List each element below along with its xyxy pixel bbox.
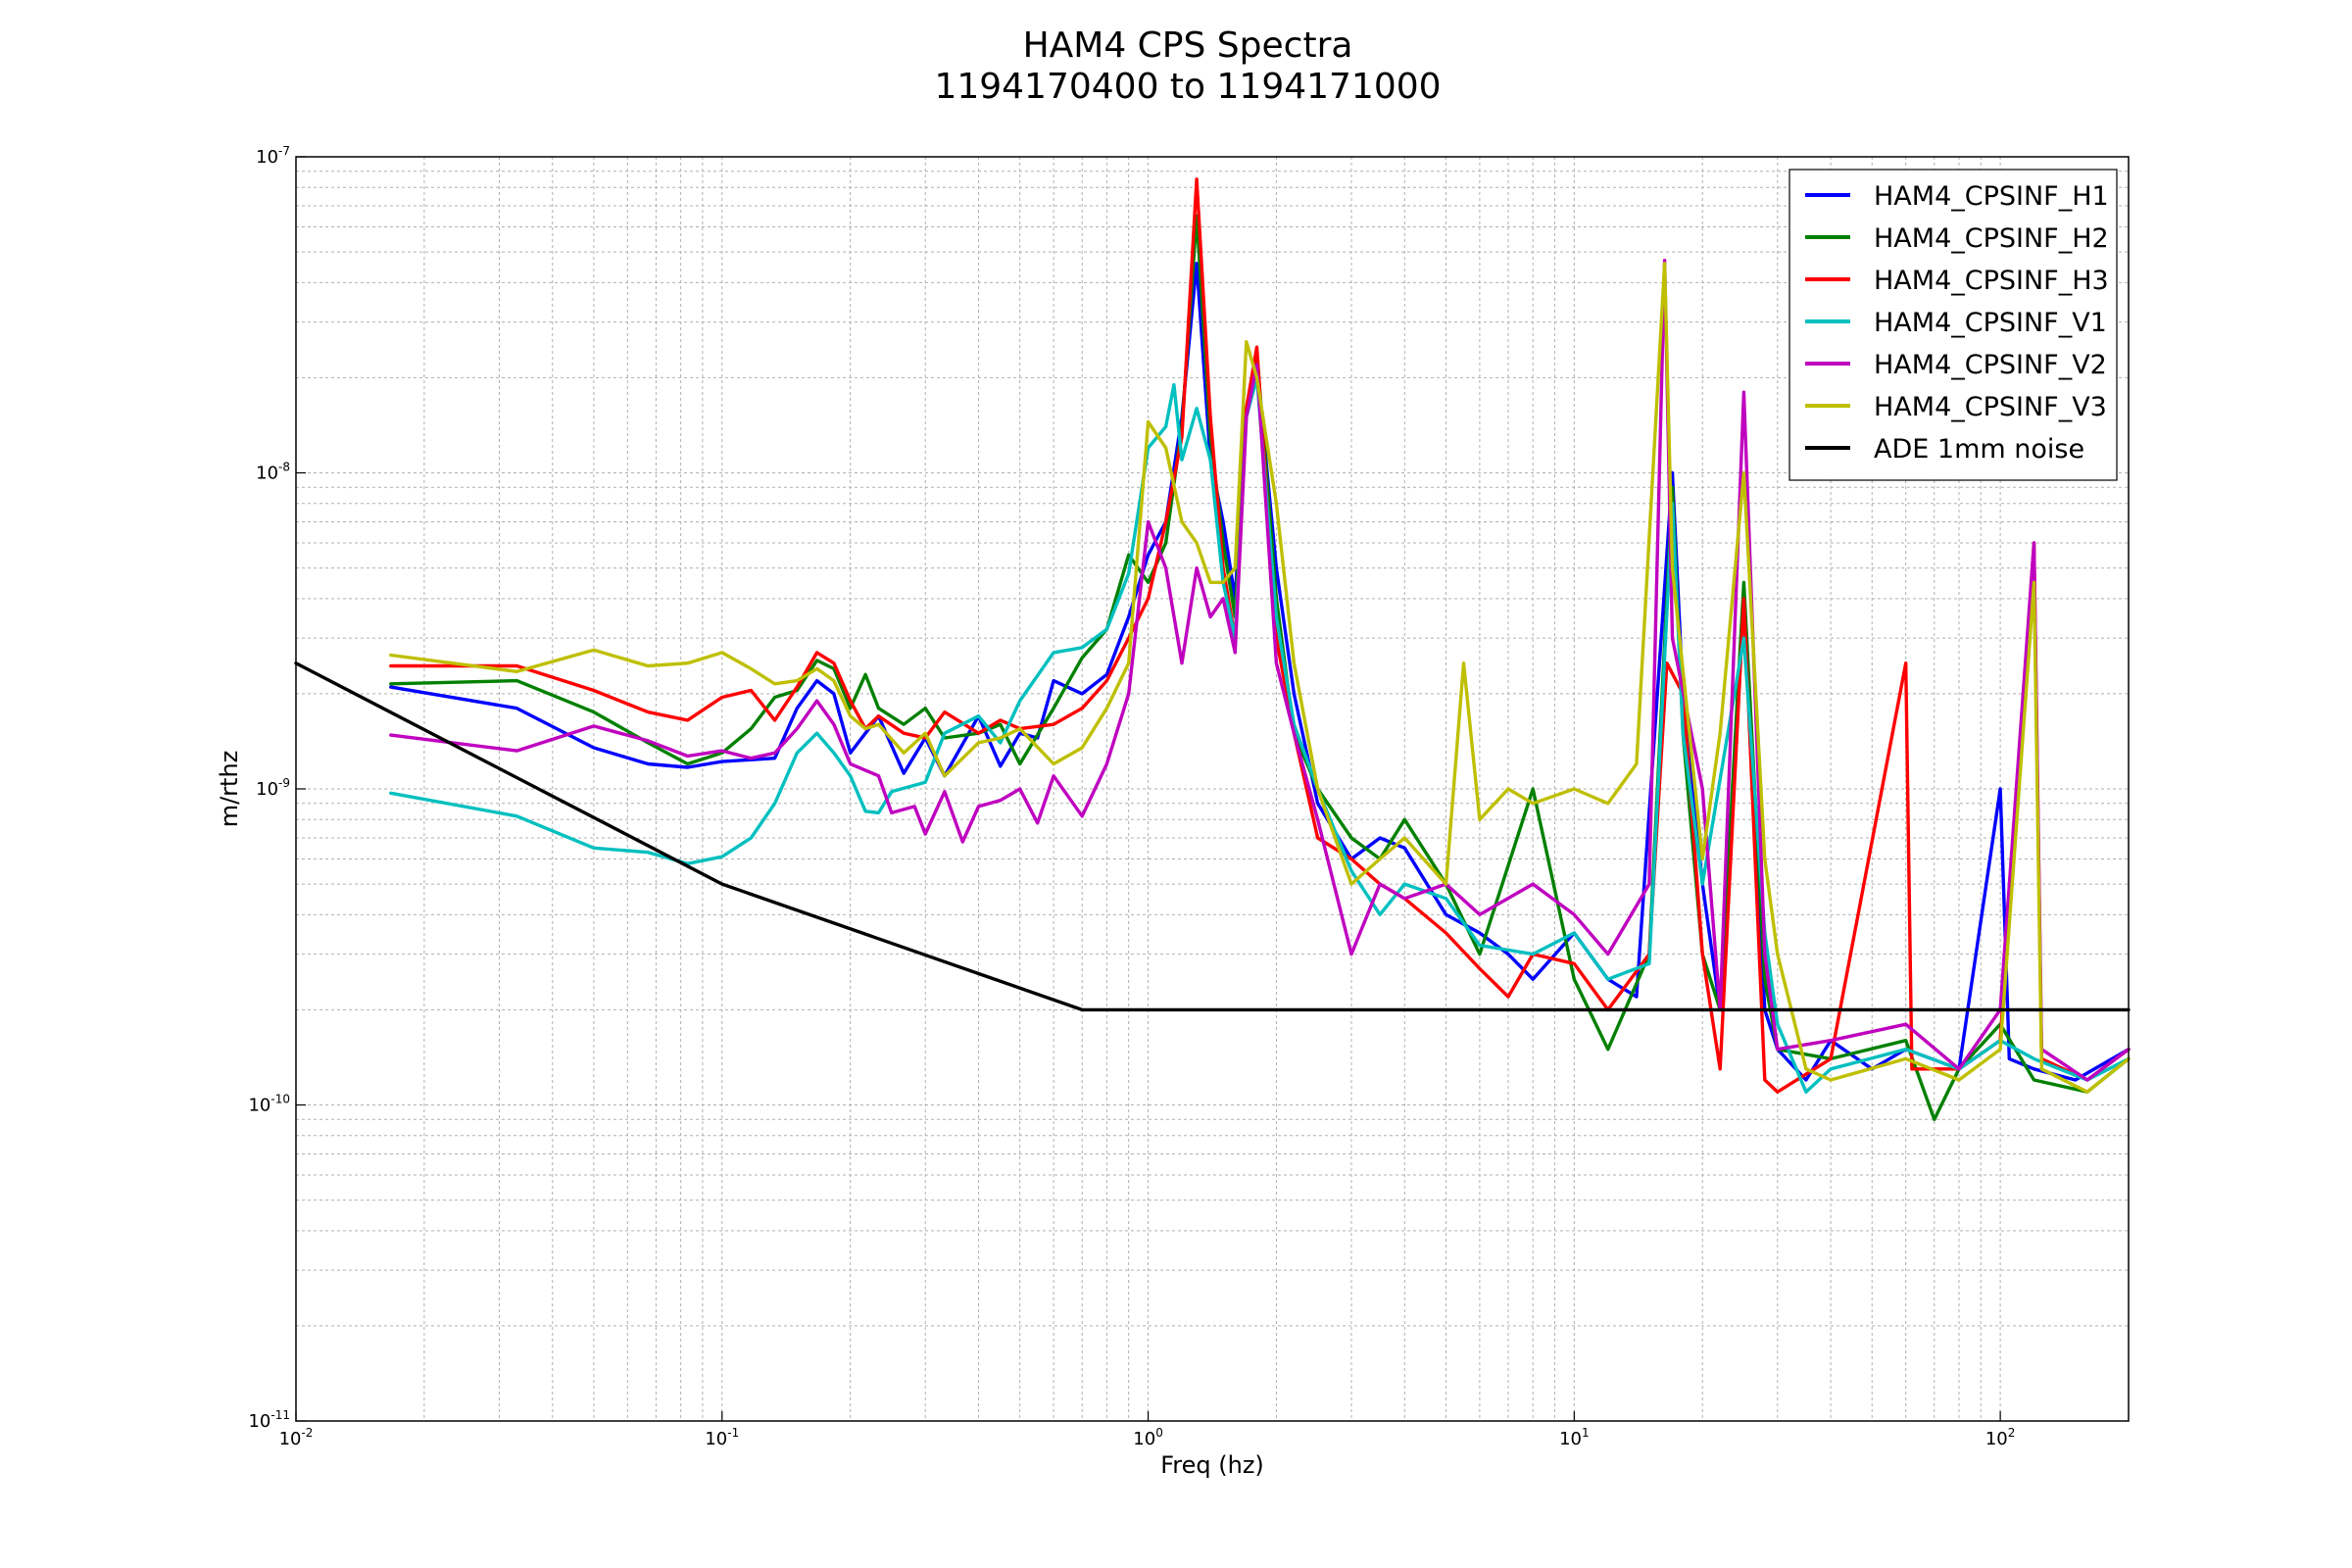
y-tick-base: 10 xyxy=(248,1411,270,1432)
x-tick-exponent: 1 xyxy=(1582,1426,1590,1440)
legend-label: HAM4_CPSINF_H2 xyxy=(1874,223,2109,254)
legend-label: HAM4_CPSINF_V3 xyxy=(1874,392,2107,422)
chart-title: HAM4 CPS Spectra xyxy=(1023,25,1353,66)
chart-figure: HAM4 CPS Spectra 1194170400 to 119417100… xyxy=(0,0,2352,1568)
x-tick-base: 10 xyxy=(1985,1429,2008,1449)
y-tick-exponent: -7 xyxy=(278,144,290,158)
x-tick-base: 10 xyxy=(279,1429,302,1449)
y-tick-exponent: -10 xyxy=(270,1093,290,1106)
legend-label: HAM4_CPSINF_V2 xyxy=(1874,350,2107,380)
legend-label: HAM4_CPSINF_H1 xyxy=(1874,181,2109,212)
legend-label: HAM4_CPSINF_V1 xyxy=(1874,308,2107,338)
y-tick-base: 10 xyxy=(256,779,278,800)
y-tick-exponent: -8 xyxy=(278,461,290,474)
x-tick-exponent: 2 xyxy=(2008,1426,2016,1440)
y-tick-base: 10 xyxy=(256,464,278,484)
y-tick-exponent: -9 xyxy=(278,776,290,790)
x-tick-exponent: 0 xyxy=(1155,1426,1163,1440)
chart-subtitle: 1194170400 to 1194171000 xyxy=(934,67,1441,107)
y-tick-base: 10 xyxy=(248,1096,270,1116)
y-tick-base: 10 xyxy=(256,147,278,168)
y-axis-label: m/rthz xyxy=(216,751,243,828)
legend-label: ADE 1mm noise xyxy=(1874,434,2084,465)
x-tick-base: 10 xyxy=(705,1429,727,1449)
x-tick-exponent: -1 xyxy=(727,1426,739,1440)
x-tick-base: 10 xyxy=(1559,1429,1582,1449)
y-tick-exponent: -11 xyxy=(270,1408,290,1422)
x-axis-label: Freq (hz) xyxy=(1160,1451,1264,1479)
legend-label: HAM4_CPSINF_H3 xyxy=(1874,266,2109,296)
x-tick-base: 10 xyxy=(1133,1429,1155,1449)
legend: HAM4_CPSINF_H1 HAM4_CPSINF_H2 HAM4_CPSINF_… xyxy=(1788,169,2118,481)
x-tick-exponent: -2 xyxy=(301,1426,313,1440)
